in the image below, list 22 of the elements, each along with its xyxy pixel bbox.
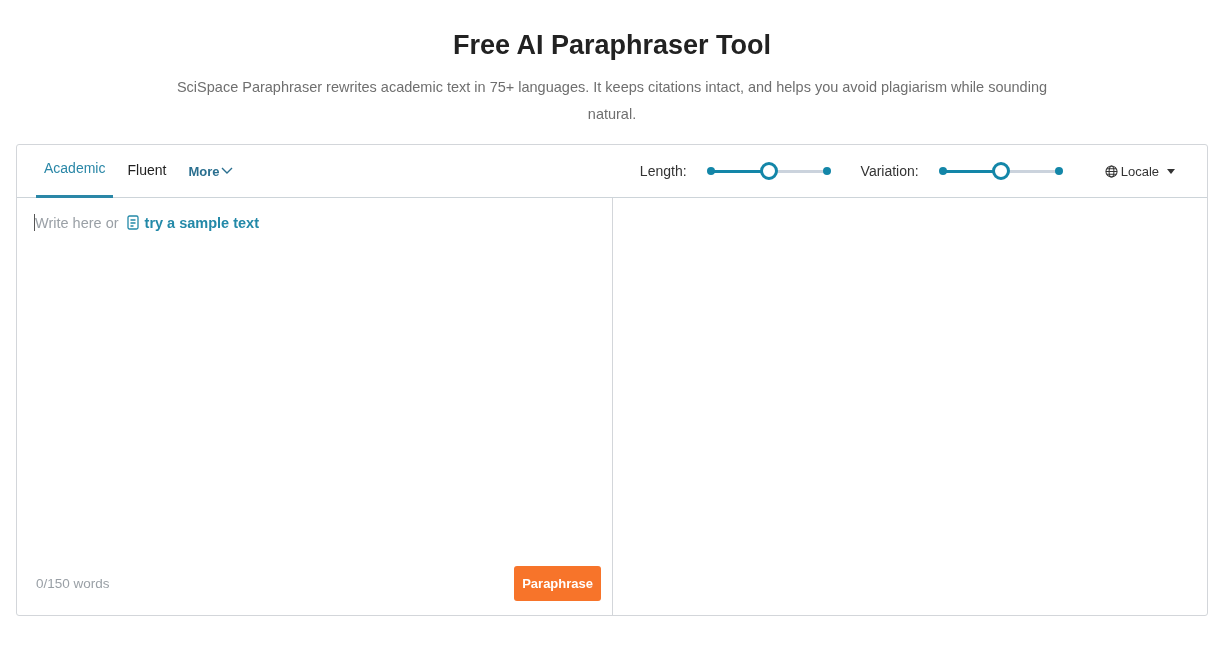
slider-stop xyxy=(1054,167,1063,175)
sample-text-link[interactable]: try a sample text xyxy=(144,214,259,231)
slider-stop xyxy=(822,167,831,175)
slider-stop xyxy=(938,167,947,175)
slider-label: Variation: xyxy=(860,163,919,179)
globe-icon xyxy=(1104,164,1118,178)
mode-tab[interactable]: Fluent xyxy=(119,145,175,198)
more-dropdown[interactable]: More xyxy=(180,145,242,197)
chevron-down-icon xyxy=(221,167,234,175)
slider-stop xyxy=(706,167,715,175)
locale-dropdown[interactable]: Locale xyxy=(1098,162,1181,180)
page-subtitle: SciSpace Paraphraser rewrites academic text in 75+ languages. It keeps citations intact, and helps you avoid plagiarism while sounding natural. xyxy=(175,78,1049,124)
word-count: 0/150 words xyxy=(35,576,110,591)
slider-thumb[interactable] xyxy=(759,161,778,180)
mode-tab[interactable]: Academic xyxy=(36,145,114,198)
text-input[interactable]: Write here or try a sample text xyxy=(34,214,259,231)
document-icon xyxy=(126,215,139,230)
slider-thumb[interactable] xyxy=(991,161,1010,180)
paraphrase-button[interactable]: Paraphrase xyxy=(514,566,601,601)
caret-icon xyxy=(1167,168,1175,174)
slider-label: Length: xyxy=(639,163,687,179)
page-title: Free AI Paraphraser Tool xyxy=(452,29,772,62)
